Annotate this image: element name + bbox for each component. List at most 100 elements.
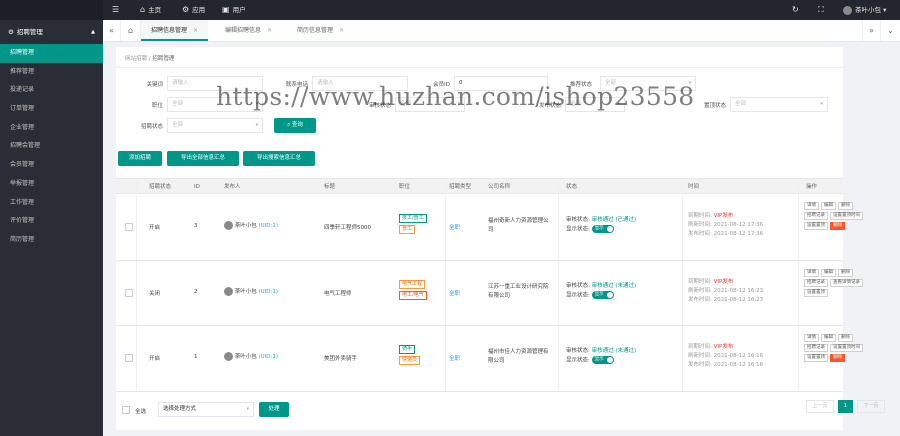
records-button[interactable]: 招聘记录 [804,344,828,352]
chevron-down-icon: ▾ [820,101,823,107]
chevron-up-icon: ▲ [91,29,95,35]
row-title: 美团外卖骑手 [324,356,358,362]
table-row[interactable]: 开启 1 茶叶小包 (UID:1) 美团外卖骑手 骑手 快递员 全职 福州市佳人力… [116,326,863,392]
select-all-checkbox[interactable] [122,406,130,414]
sidebar-item[interactable]: 招聘会管理 [0,137,103,156]
row-time: 到期时间: VIP发布 刷新时间: 2021-08-12 16:16 发布时间:… [688,344,764,368]
home-icon: ⌂ [140,5,146,14]
tab-resume-manage[interactable]: 简历信息管理 × [287,20,354,41]
col-status: 招聘状态 [149,184,172,190]
row-state: 审核状态: 审核通过 (未通过) 显示状态: 显示 [566,348,637,364]
nav-user[interactable]: ▣ 用户 [222,0,246,20]
breadcrumb: 网站招聘 / 招聘管理 [125,56,175,62]
sidebar-item[interactable]: 招聘管理 [0,44,103,63]
sidebar-group-recruit[interactable]: ⚙ 招聘管理 ▲ [0,20,103,44]
set-top-button[interactable]: 设置置顶 [804,354,828,362]
delete-button[interactable]: 删除 [838,334,853,342]
view-records-button[interactable]: 查看详情记录 [830,279,863,287]
menu-icon[interactable]: ☰ [112,0,119,20]
next-page-button[interactable]: 下一页 [857,400,885,413]
sidebar-item[interactable]: 工作管理 [0,194,103,213]
detail-button[interactable]: 详情 [804,334,819,342]
edit-button[interactable]: 编辑 [821,334,836,342]
delete-button[interactable]: 删除 [838,202,853,210]
col-company: 公司名称 [488,184,511,190]
close-icon[interactable]: × [193,27,198,34]
detail-button[interactable]: 详情 [804,269,819,277]
select-all-label: 全选 [135,409,147,415]
display-toggle[interactable]: 显示 [591,225,614,233]
display-toggle[interactable]: 显示 [591,356,614,364]
display-toggle[interactable]: 显示 [591,291,614,299]
records-button[interactable]: 招聘记录 [804,279,828,287]
close-icon[interactable]: × [267,27,272,34]
chevron-down-icon[interactable]: ⌄ [880,20,900,41]
set-top-button[interactable]: 设置置顶 [804,222,828,230]
edit-button[interactable]: 编辑 [821,269,836,277]
nav-apps[interactable]: ⚙ 应用 [182,0,205,20]
row-status: 开启 [149,356,161,362]
sidebar-item[interactable]: 简历管理 [0,231,103,250]
row-time: 到期时间: VIP发布 刷新时间: 2021-08-12 17:36 发布时间:… [688,213,764,237]
user-icon: ▣ [222,5,230,14]
top-time-button[interactable]: 设置置顶时间 [830,344,863,352]
add-recruit-button[interactable]: 添加招聘 [118,151,162,166]
col-title: 标题 [324,184,336,190]
refresh-icon[interactable]: ↻ [792,0,799,20]
row-tags: 电气工程电工/电气 [399,280,427,302]
fullscreen-icon[interactable]: ⛶ [818,0,824,20]
row-checkbox[interactable] [125,354,133,362]
table-row[interactable]: 开启 3 茶叶小包 (UID:1) 四季轩工程师5000 技工/普工 普工 全职 … [116,194,863,261]
row-type[interactable]: 全职 [449,223,460,231]
sidebar-item[interactable]: 投递记录 [0,81,103,100]
close-icon[interactable]: × [339,27,344,34]
sidebar-item[interactable]: 推荐管理 [0,63,103,82]
search-button[interactable]: ⌕ 查询 [274,118,316,133]
tag: 电气工程 [399,280,426,289]
prev-page-button[interactable]: 上一页 [806,400,834,413]
row-checkbox[interactable] [125,223,133,231]
detail-button[interactable]: 详情 [804,202,819,210]
remove-button[interactable]: 删除 [830,354,845,362]
nav-home[interactable]: ⌂ 主页 [140,0,161,20]
breadcrumb-parent[interactable]: 网站招聘 [125,56,147,62]
row-user: 茶叶小包 (UID:1) [224,287,278,296]
row-type[interactable]: 全职 [449,354,460,362]
tab-recruit-manage[interactable]: 招聘信息管理 × [141,20,209,41]
tab-edit-recruit[interactable]: 编辑招聘信息 × [215,20,282,41]
home-tab-icon[interactable]: ⌂ [121,20,141,41]
row-time: 到期时间: VIP发布 刷新时间: 2021-08-12 16:23 发布时间:… [688,279,764,303]
tabs-next-icon[interactable]: » [862,20,880,41]
tabs-prev-icon[interactable]: « [103,20,121,41]
row-title: 四季轩工程师5000 [324,225,371,231]
export-all-button[interactable]: 导出全部信息汇总 [167,151,239,166]
records-button[interactable]: 招聘记录 [804,212,828,220]
recruit-select[interactable]: 全部 ▾ [167,118,263,133]
row-tags: 骑手 快递员 [399,345,421,367]
tag: 技工/普工 [399,214,427,223]
sidebar-item[interactable]: 企业管理 [0,119,103,138]
set-top-button[interactable]: 设置置顶 [804,289,828,297]
batch-submit-button[interactable]: 处理 [259,402,289,417]
tag: 电工/电气 [399,291,427,300]
delete-button[interactable]: 删除 [838,269,853,277]
page-1-button[interactable]: 1 [838,400,853,413]
divider [116,67,843,68]
user-menu[interactable]: 茶叶小包 ▾ [843,0,886,20]
keyword-label: 关键词 [146,82,163,88]
table-row[interactable]: 关闭 2 茶叶小包 (UID:1) 电气工程师 电气工程 电工/电气 全职 江苏一… [116,261,863,326]
chevron-down-icon: ▾ [246,406,249,412]
avatar [224,221,233,230]
sidebar-item[interactable]: 评价管理 [0,212,103,231]
edit-button[interactable]: 编辑 [821,202,836,210]
top-select[interactable]: 全部 ▾ [730,97,828,112]
remove-button[interactable]: 删除 [830,222,845,230]
row-checkbox[interactable] [125,289,133,297]
export-search-button[interactable]: 导出搜索信息汇总 [243,151,315,166]
sidebar-item[interactable]: 会员管理 [0,156,103,175]
top-time-button[interactable]: 设置置顶时间 [830,212,863,220]
sidebar-item[interactable]: 订单管理 [0,100,103,119]
row-type[interactable]: 全职 [449,289,460,297]
batch-select[interactable]: 选择处理方式 ▾ [158,402,254,417]
sidebar-item[interactable]: 举报管理 [0,175,103,194]
